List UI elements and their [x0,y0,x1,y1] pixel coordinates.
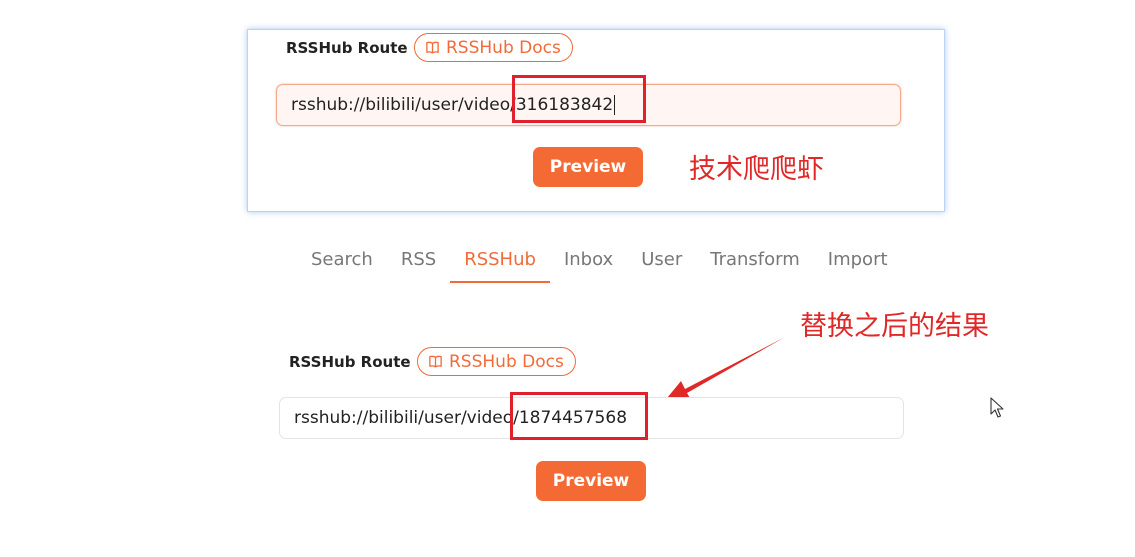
annotation-author: 技术爬爬虾 [689,154,824,185]
tab-user[interactable]: User [627,246,696,283]
preview-button-bottom[interactable]: Preview [536,461,646,501]
route-label: RSSHub Route [286,39,408,57]
highlight-box-replaced-id [510,392,648,440]
rsshub-docs-link-bottom[interactable]: RSSHub Docs [417,347,576,376]
tab-transform[interactable]: Transform [696,246,814,283]
route-input-prefix-bottom: rsshub://bilibili/user/vide [294,408,503,428]
tab-bar: Search RSS RSSHub Inbox User Transform I… [297,246,902,283]
preview-button[interactable]: Preview [533,147,643,187]
book-open-icon [425,40,440,55]
rsshub-docs-link[interactable]: RSSHub Docs [414,33,573,62]
annotation-replaced-result: 替换之后的结果 [800,311,989,342]
tab-import[interactable]: Import [814,246,902,283]
route-label-bottom: RSSHub Route [289,353,411,371]
book-open-icon [428,354,443,369]
tab-inbox[interactable]: Inbox [550,246,627,283]
highlight-box-original-id [512,75,646,123]
docs-label-bottom: RSSHub Docs [449,351,564,372]
mouse-pointer-icon [990,397,1004,418]
tab-rss[interactable]: RSS [387,246,450,283]
tab-search[interactable]: Search [297,246,387,283]
docs-label: RSSHub Docs [446,37,561,58]
route-input-prefix: rsshub://bilibili/user/vide [291,95,500,115]
tab-rsshub[interactable]: RSSHub [450,246,550,283]
